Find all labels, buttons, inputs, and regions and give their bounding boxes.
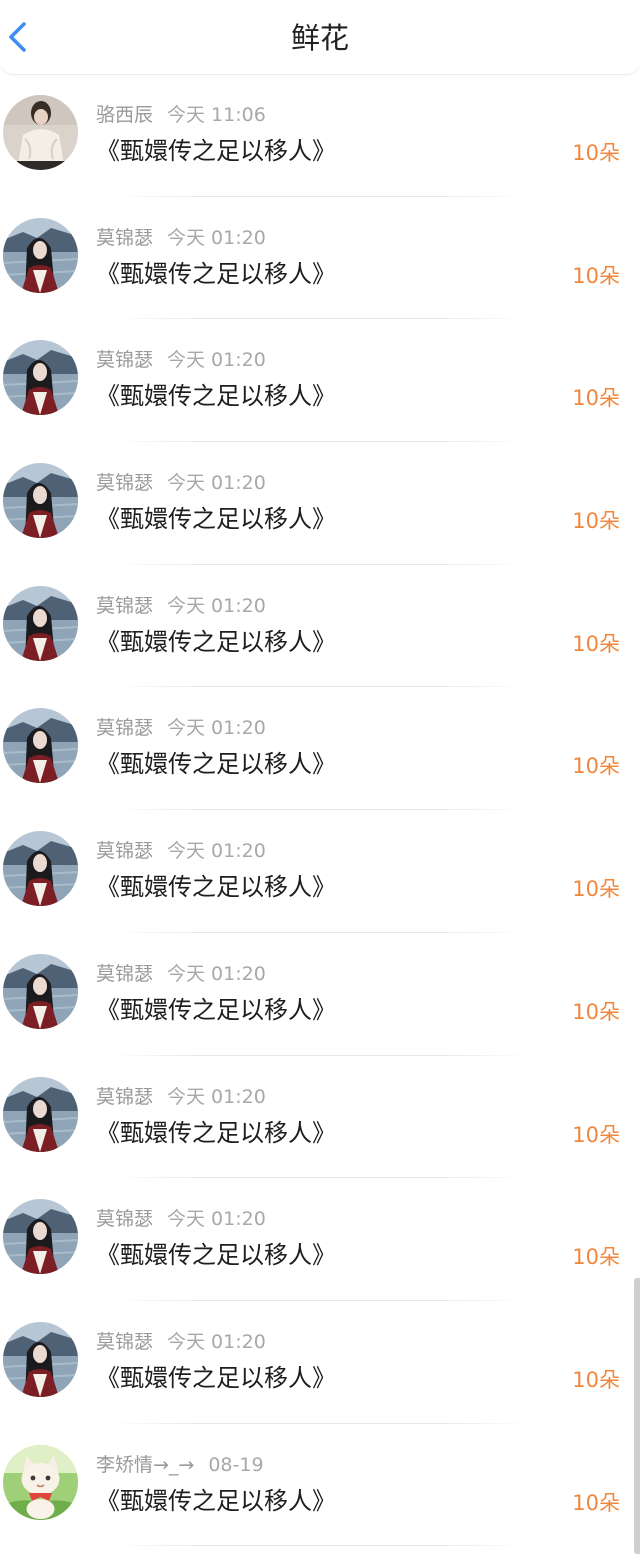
username[interactable]: 莫锦瑟	[96, 1331, 153, 1353]
item-meta: 莫锦瑟 今天 01:20	[96, 838, 266, 864]
timestamp: 今天 01:20	[167, 1208, 266, 1231]
username[interactable]: 莫锦瑟	[96, 1086, 153, 1108]
book-title[interactable]: 《甄嬛传之足以移人》	[96, 1362, 336, 1394]
item-meta: 莫锦瑟 今天 01:20	[96, 1084, 266, 1110]
item-meta: 李矫情→_→ 08-19	[96, 1452, 264, 1478]
list-item[interactable]: 莫锦瑟 今天 01:20 《甄嬛传之足以移人》 10朵	[0, 442, 640, 565]
username[interactable]: 莫锦瑟	[96, 963, 153, 985]
timestamp: 今天 01:20	[167, 349, 266, 372]
lake-girl-avatar[interactable]	[3, 585, 78, 661]
list-item[interactable]: 莫锦瑟 今天 01:20 《甄嬛传之足以移人》 10朵	[0, 565, 640, 688]
item-meta: 莫锦瑟 今天 01:20	[96, 225, 266, 251]
timestamp: 今天 01:20	[167, 962, 266, 985]
timestamp: 今天 01:20	[167, 717, 266, 740]
list-item[interactable]: 莫锦瑟 今天 01:20 《甄嬛传之足以移人》 10朵	[0, 197, 640, 320]
lake-girl-avatar[interactable]	[3, 1199, 78, 1275]
book-title[interactable]: 《甄嬛传之足以移人》	[96, 994, 336, 1026]
timestamp: 今天 01:20	[167, 840, 266, 863]
lake-girl-avatar[interactable]	[3, 1076, 78, 1152]
book-title[interactable]: 《甄嬛传之足以移人》	[96, 626, 336, 658]
item-meta: 莫锦瑟 今天 01:20	[96, 593, 266, 619]
lake-girl-avatar[interactable]	[3, 708, 78, 784]
username[interactable]: 莫锦瑟	[96, 840, 153, 862]
flower-count: 10朵	[572, 263, 620, 288]
list-item[interactable]: 莫锦瑟 今天 01:20 《甄嬛传之足以移人》 10朵	[0, 810, 640, 933]
flower-count: 10朵	[572, 386, 620, 411]
row-divider	[110, 1545, 530, 1547]
username[interactable]: 莫锦瑟	[96, 227, 153, 249]
flowers-screen: 鲜花 骆西辰 今天 11:06 《甄嬛传之足以移人》 10朵 莫锦瑟 今天 01:20 《…	[0, 0, 640, 1554]
lake-girl-avatar[interactable]	[3, 953, 78, 1029]
page-title: 鲜花	[290, 21, 349, 55]
item-meta: 骆西辰 今天 11:06	[96, 102, 266, 128]
book-title[interactable]: 《甄嬛传之足以移人》	[96, 1239, 336, 1271]
book-title[interactable]: 《甄嬛传之足以移人》	[96, 380, 336, 412]
username[interactable]: 莫锦瑟	[96, 717, 153, 739]
book-title[interactable]: 《甄嬛传之足以移人》	[96, 503, 336, 535]
list-item[interactable]: 莫锦瑟 今天 01:20 《甄嬛传之足以移人》 10朵	[0, 1301, 640, 1424]
item-meta: 莫锦瑟 今天 01:20	[96, 961, 266, 987]
list-item[interactable]: 莫锦瑟 今天 01:20 《甄嬛传之足以移人》 10朵	[0, 1178, 640, 1301]
list-item[interactable]: 莫锦瑟 今天 01:20 《甄嬛传之足以移人》 10朵	[0, 933, 640, 1056]
list-item[interactable]: 李矫情→_→ 08-19 《甄嬛传之足以移人》 10朵	[0, 1424, 640, 1547]
lake-girl-avatar[interactable]	[3, 463, 78, 539]
flower-count: 10朵	[572, 877, 620, 902]
timestamp: 今天 01:20	[167, 472, 266, 495]
timestamp: 今天 01:20	[167, 1085, 266, 1108]
flower-count: 10朵	[572, 754, 620, 779]
lake-girl-avatar[interactable]	[3, 217, 78, 293]
timestamp: 今天 01:20	[167, 594, 266, 617]
item-meta: 莫锦瑟 今天 01:20	[96, 715, 266, 741]
book-title[interactable]: 《甄嬛传之足以移人》	[96, 748, 336, 780]
timestamp: 今天 01:20	[167, 226, 266, 249]
cartoon-cat-avatar[interactable]	[3, 1444, 78, 1520]
flower-list: 骆西辰 今天 11:06 《甄嬛传之足以移人》 10朵 莫锦瑟 今天 01:20 《甄嬛传…	[0, 74, 640, 1547]
username[interactable]: 骆西辰	[96, 104, 153, 126]
book-title[interactable]: 《甄嬛传之足以移人》	[96, 1117, 336, 1149]
list-item[interactable]: 莫锦瑟 今天 01:20 《甄嬛传之足以移人》 10朵	[0, 319, 640, 443]
flower-count: 10朵	[572, 1122, 620, 1147]
username[interactable]: 莫锦瑟	[96, 349, 153, 371]
list-item[interactable]: 莫锦瑟 今天 01:20 《甄嬛传之足以移人》 10朵	[0, 687, 640, 811]
username[interactable]: 莫锦瑟	[96, 472, 153, 494]
item-meta: 莫锦瑟 今天 01:20	[96, 1206, 266, 1232]
book-title[interactable]: 《甄嬛传之足以移人》	[96, 1485, 336, 1517]
timestamp: 今天 11:06	[167, 104, 266, 126]
item-meta: 莫锦瑟 今天 01:20	[96, 1329, 266, 1355]
lake-girl-avatar[interactable]	[3, 340, 78, 416]
book-title[interactable]: 《甄嬛传之足以移人》	[96, 258, 336, 290]
book-title[interactable]: 《甄嬛传之足以移人》	[96, 871, 336, 903]
top-bar: 鲜花	[0, 0, 640, 75]
item-meta: 莫锦瑟 今天 01:20	[96, 347, 266, 373]
lake-girl-avatar[interactable]	[3, 831, 78, 907]
flower-count: 10朵	[572, 141, 620, 165]
flower-count: 10朵	[572, 1245, 620, 1270]
lake-girl-avatar[interactable]	[3, 1321, 78, 1397]
username[interactable]: 李矫情→_→	[96, 1454, 194, 1476]
item-meta: 莫锦瑟 今天 01:20	[96, 470, 266, 496]
timestamp: 08-19	[208, 1453, 264, 1476]
book-title[interactable]: 《甄嬛传之足以移人》	[96, 135, 336, 167]
scrollbar[interactable]	[634, 1278, 640, 1554]
list-item[interactable]: 骆西辰 今天 11:06 《甄嬛传之足以移人》 10朵	[0, 74, 640, 197]
flower-count: 10朵	[572, 509, 620, 534]
portrait-avatar[interactable]	[3, 95, 78, 170]
flower-count: 10朵	[572, 631, 620, 656]
timestamp: 今天 01:20	[167, 1330, 266, 1353]
flower-count: 10朵	[572, 999, 620, 1024]
username[interactable]: 莫锦瑟	[96, 595, 153, 617]
flower-count: 10朵	[572, 1367, 620, 1392]
flower-count: 10朵	[572, 1490, 620, 1515]
username[interactable]: 莫锦瑟	[96, 1208, 153, 1230]
list-item[interactable]: 莫锦瑟 今天 01:20 《甄嬛传之足以移人》 10朵	[0, 1056, 640, 1179]
